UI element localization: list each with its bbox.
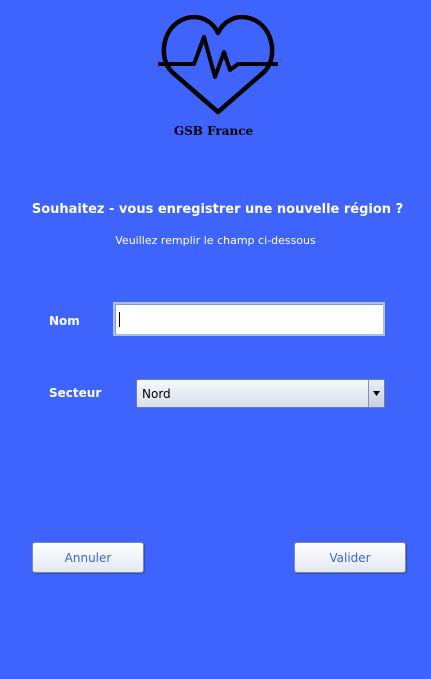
- form-title: Souhaitez - vous enregistrer une nouvell…: [31, 202, 404, 217]
- heart-pulse-logo-icon: [158, 15, 278, 115]
- form-subtitle: Veuillez remplir le champ ci-dessous: [115, 234, 316, 247]
- annuler-button[interactable]: Annuler: [32, 542, 144, 573]
- secteur-select[interactable]: Nord: [136, 379, 385, 408]
- nom-label: Nom: [49, 314, 80, 328]
- text-caret: [119, 312, 120, 327]
- dropdown-arrow-icon[interactable]: [368, 380, 384, 407]
- secteur-selected-value: Nord: [142, 387, 171, 401]
- nom-input[interactable]: [113, 302, 385, 336]
- secteur-label: Secteur: [49, 386, 102, 400]
- valider-button[interactable]: Valider: [294, 542, 406, 573]
- brand-name: GSB France: [173, 124, 254, 138]
